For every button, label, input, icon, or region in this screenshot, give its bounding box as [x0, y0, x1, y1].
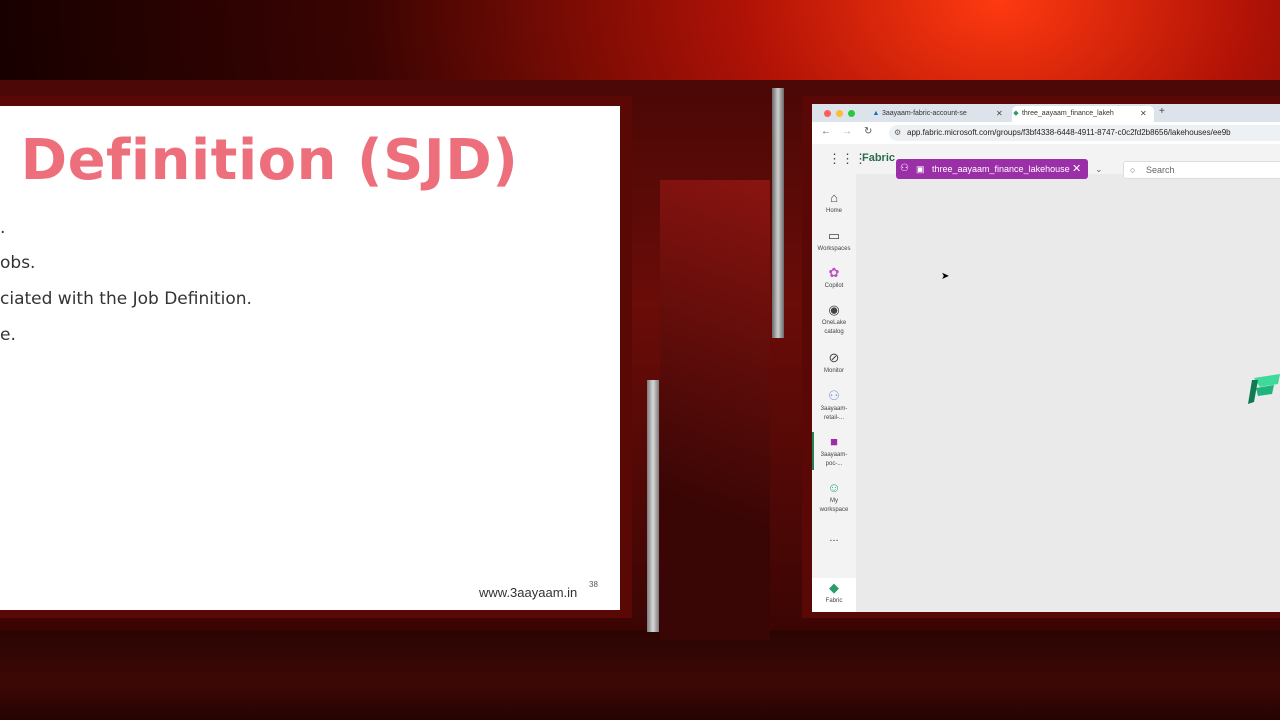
url-text: app.fabric.microsoft.com/groups/f3bf4338…: [907, 128, 1231, 137]
close-window-button[interactable]: [824, 110, 831, 117]
slide-bullet-4: e.: [0, 325, 16, 345]
maximize-window-button[interactable]: [848, 110, 855, 117]
minimize-window-button[interactable]: [836, 110, 843, 117]
mouse-cursor-icon: ➤: [941, 271, 950, 282]
close-breadcrumb-icon[interactable]: ✕: [1072, 159, 1081, 179]
fabric-tab-icon: ◆: [1013, 110, 1019, 117]
app-name[interactable]: Fabric: [862, 152, 895, 164]
nav-onelake-catalog[interactable]: ◉ OneLake catalog: [812, 302, 856, 337]
nav-home[interactable]: ⌂ Home: [812, 190, 856, 216]
nav-workspace-retail[interactable]: ⚇ 3aayaam-retail-...: [812, 388, 856, 423]
azure-icon: ▲: [872, 110, 880, 117]
onelake-icon: ◉: [828, 302, 840, 317]
site-info-icon[interactable]: ⚙: [894, 125, 901, 141]
tab-fabric-account[interactable]: ▲ 3aayaam-fabric-account-se ✕: [872, 106, 1006, 122]
fabric-logo-icon: ◆: [829, 580, 839, 595]
my-workspace-icon: ☺: [827, 480, 841, 495]
back-icon[interactable]: ←: [821, 126, 831, 137]
nav-more[interactable]: ...: [812, 532, 856, 548]
close-tab-icon[interactable]: ✕: [1140, 106, 1147, 122]
tab-finance-lakehouse[interactable]: ◆ three_aayaam_finance_lakeh ✕: [1012, 106, 1154, 122]
tab-bar: ▲ 3aayaam-fabric-account-se ✕ ◆ three_aa…: [812, 104, 1280, 122]
workspaces-icon: ▭: [827, 228, 841, 243]
home-icon: ⌂: [830, 190, 838, 205]
search-icon: ○: [1130, 165, 1136, 175]
browser-window: ▲ 3aayaam-fabric-account-se ✕ ◆ three_aa…: [812, 104, 1280, 612]
nav-monitor[interactable]: ⊘ Monitor: [812, 350, 856, 376]
url-field[interactable]: ⚙ app.fabric.microsoft.com/groups/f3bf43…: [889, 125, 1280, 141]
close-tab-icon[interactable]: ✕: [996, 106, 1003, 122]
slide-title: b Definition (SJD): [0, 128, 519, 193]
nav-workspaces[interactable]: ▭ Workspaces: [812, 228, 856, 254]
nav-fabric-home[interactable]: ◆ Fabric: [812, 578, 856, 612]
slide-bullet-1: .: [0, 218, 6, 238]
address-bar-row: ← → ↻ ⚙ app.fabric.microsoft.com/groups/…: [812, 122, 1280, 144]
more-icon: ...: [829, 532, 839, 544]
slide-bullet-2: obs.: [0, 253, 36, 273]
breadcrumb-item-lakehouse[interactable]: ⚇ ▣ three_aayaam_finance_lakehouse ✕: [896, 159, 1088, 179]
search-input[interactable]: ○ Search: [1123, 161, 1280, 179]
backdrop-floor: [0, 630, 1280, 720]
nav-copilot[interactable]: ✿ Copilot: [812, 265, 856, 291]
workspace-icon: ⚇: [900, 163, 909, 174]
pillar-left: [647, 380, 659, 632]
search-placeholder: Search: [1146, 165, 1175, 175]
presentation-slide: b Definition (SJD) . obs. ciated with th…: [0, 106, 620, 610]
tab-label: 3aayaam-fabric-account-se: [881, 110, 967, 117]
forward-icon[interactable]: →: [842, 126, 852, 137]
fabric-logo-loading: [1248, 374, 1280, 404]
workspace-poc-icon: ■: [830, 434, 838, 449]
slide-bullet-3: ciated with the Job Definition.: [0, 289, 252, 309]
workspace-retail-icon: ⚇: [828, 388, 840, 403]
backdrop-light: [660, 180, 770, 640]
new-tab-button[interactable]: +: [1159, 106, 1165, 117]
reload-icon[interactable]: ↻: [864, 126, 872, 137]
breadcrumb-label: three_aayaam_finance_lakehouse: [932, 164, 1070, 174]
pillar-right: [772, 88, 784, 338]
slide-page-number: 38: [589, 580, 598, 589]
nav-workspace-poc[interactable]: ■ 3aayaam-poc-...: [812, 434, 856, 469]
monitor-icon: ⊘: [828, 350, 840, 365]
chevron-down-icon[interactable]: ⌄: [1095, 164, 1103, 175]
lakehouse-icon: ▣: [916, 164, 925, 174]
slide-footer: www.3aayaam.in: [479, 585, 578, 600]
main-content-area: [856, 174, 1280, 612]
left-navigation: ⌂ Home ▭ Workspaces ✿ Copilot ◉ OneLake …: [812, 174, 856, 612]
nav-my-workspace[interactable]: ☺ My workspace: [812, 480, 856, 515]
tab-label: three_aayaam_finance_lakeh: [1021, 110, 1114, 117]
copilot-icon: ✿: [828, 265, 840, 280]
